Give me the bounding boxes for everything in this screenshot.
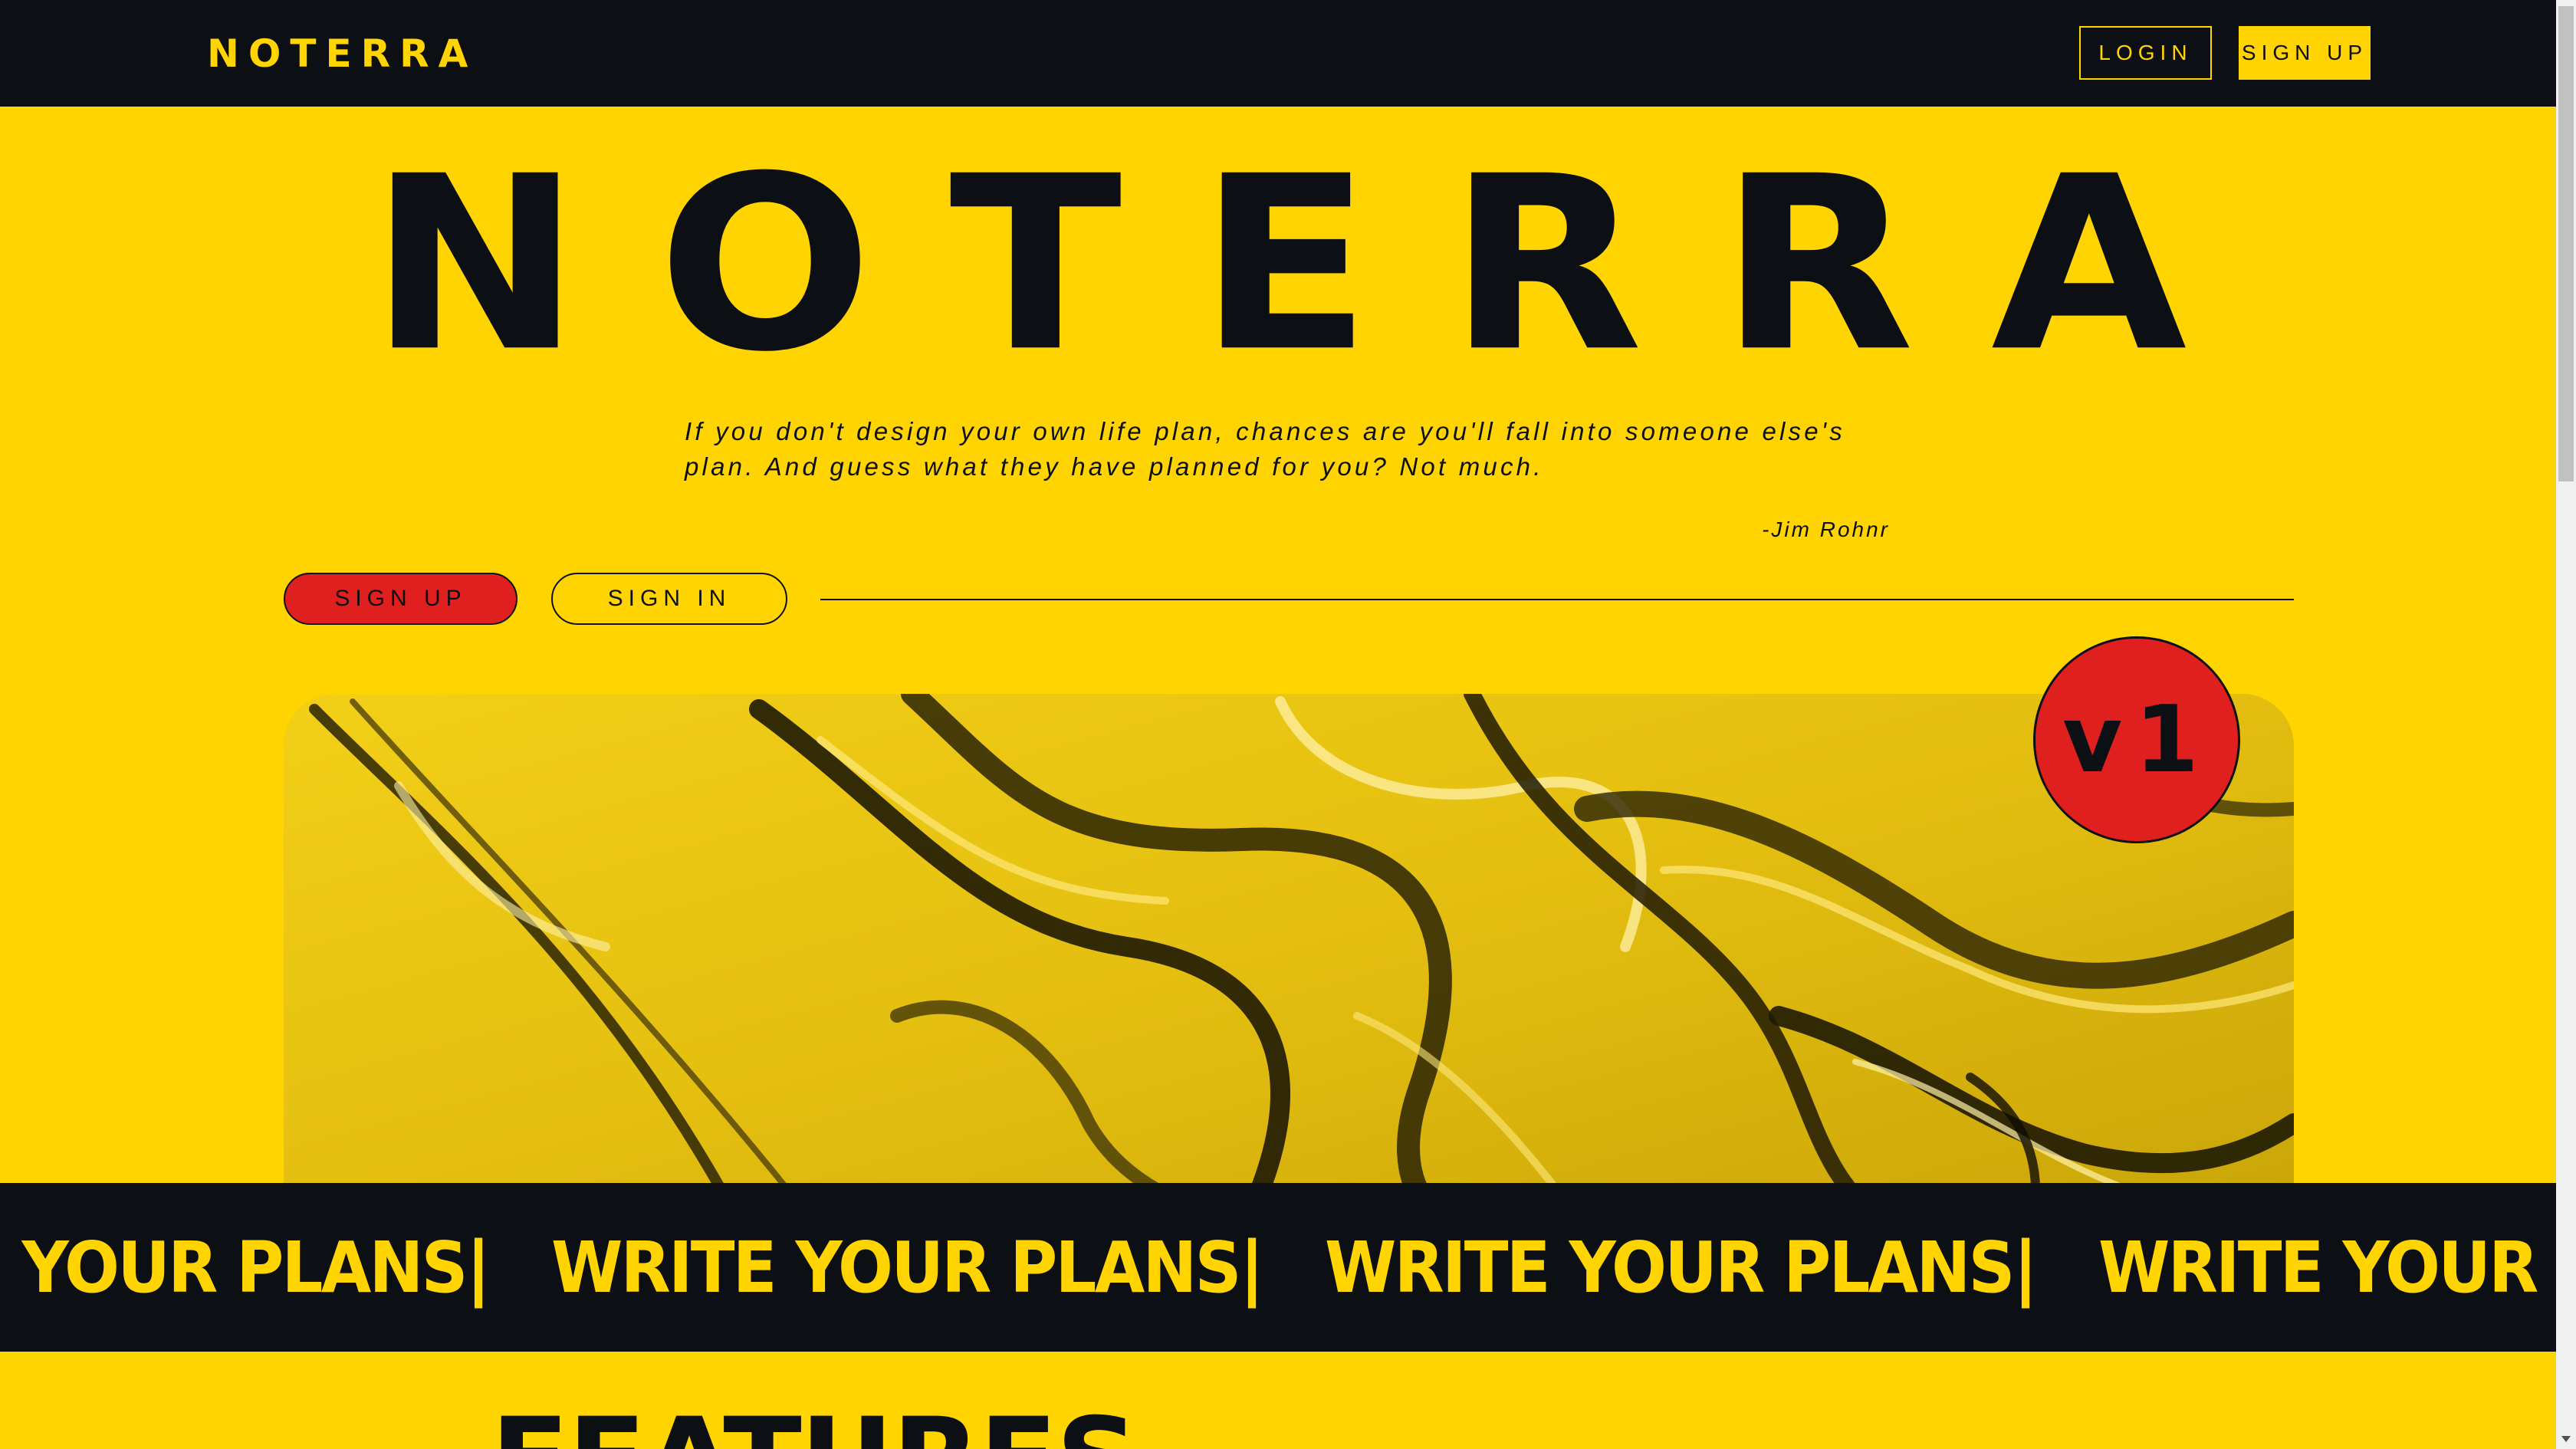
hero-divider	[820, 599, 2294, 600]
hero-quote: If you don't design your own life plan, …	[685, 417, 1846, 481]
hero-signup-button[interactable]: SIGN UP	[284, 573, 518, 625]
marquee-track: WRITE YOUR PLANS | WRITE YOUR PLANS | WR…	[0, 1183, 2556, 1352]
hero-banner-image	[284, 694, 2294, 1230]
marquee-cell: WRITE YOUR PLANS |	[551, 1227, 1325, 1309]
version-badge: v1	[2033, 636, 2240, 843]
scroll-down-arrow-icon[interactable]	[2556, 1429, 2576, 1449]
features-heading: FEATURES	[491, 1403, 1138, 1449]
marquee-cell: WRITE YOUR PLANS |	[1325, 1227, 2098, 1309]
marquee-cell: WRITE YOUR PLANS |	[0, 1227, 551, 1309]
top-nav: NOTERRA LOGIN SIGN UP	[0, 0, 2556, 107]
hero-title: NOTERRA	[369, 124, 2264, 405]
marquee-text: WRITE YOUR PLANS	[0, 1226, 468, 1309]
nav-brand-logo[interactable]: NOTERRA	[207, 29, 477, 78]
hero-signin-button[interactable]: SIGN IN	[551, 573, 787, 625]
scrollbar-thumb[interactable]	[2558, 6, 2574, 481]
login-button[interactable]: LOGIN	[2079, 26, 2212, 80]
page: NOTERRA LOGIN SIGN UP NOTERRA If you don…	[0, 0, 2556, 1449]
marquee-text: WRITE YOUR PLANS	[1325, 1226, 2016, 1309]
marbled-paint-image	[284, 694, 2294, 1230]
marquee-text: WRITE YOUR PLANS	[2098, 1226, 2556, 1309]
marquee-text: WRITE YOUR PLANS	[551, 1226, 1242, 1309]
marquee-cell: WRITE YOUR PLANS	[2098, 1227, 2556, 1309]
marquee-banner: WRITE YOUR PLANS | WRITE YOUR PLANS | WR…	[0, 1183, 2556, 1352]
quote-author: -Jim Rohnr	[1762, 518, 1890, 541]
nav-signup-button[interactable]: SIGN UP	[2239, 26, 2371, 80]
vertical-scrollbar[interactable]	[2556, 0, 2576, 1449]
